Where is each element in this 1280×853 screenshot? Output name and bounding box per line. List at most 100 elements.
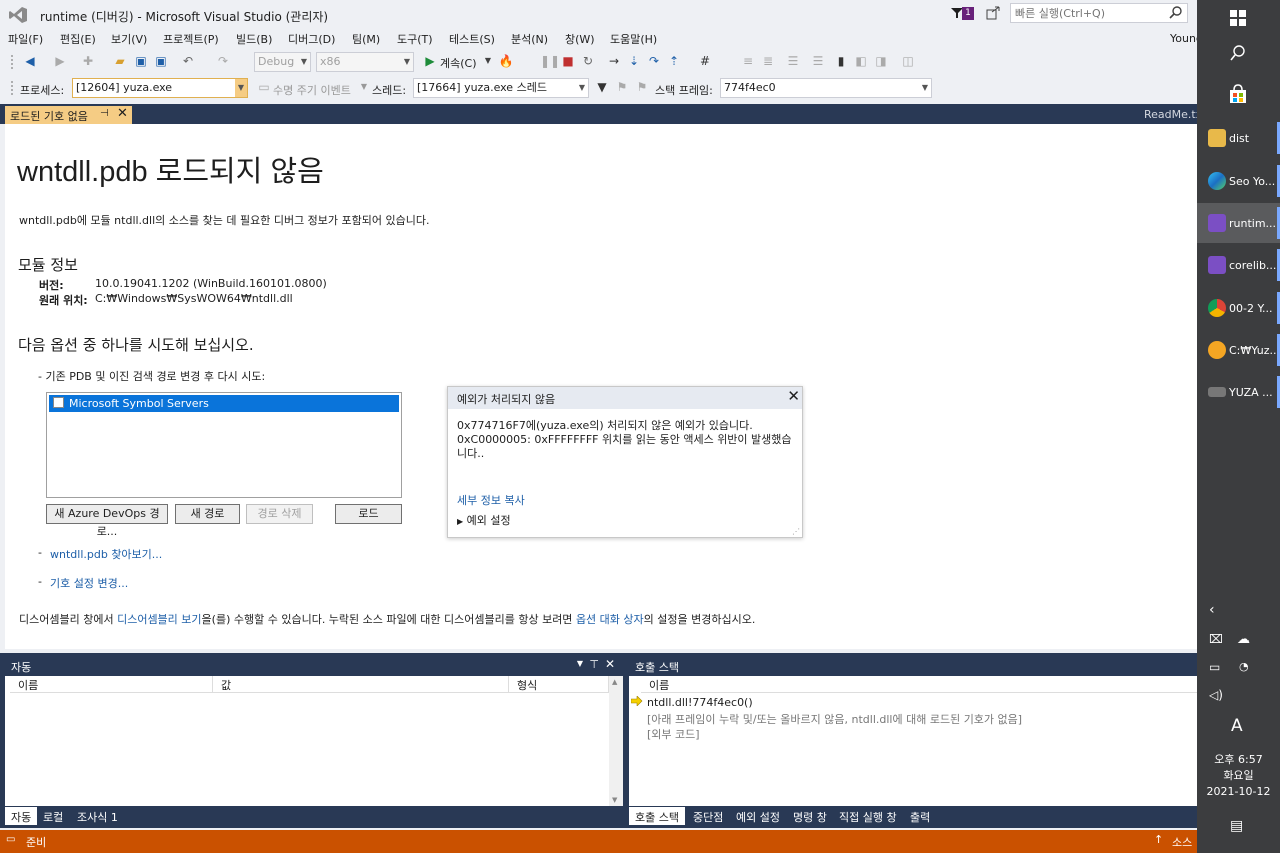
windows-start-icon[interactable]: [1230, 10, 1246, 26]
stack-frame-dropdown[interactable]: 774f4ec0 ▼: [720, 78, 932, 98]
solution-config-dropdown[interactable]: Debug ▼: [254, 52, 311, 72]
menu-help[interactable]: 도움말(H): [610, 31, 657, 47]
hot-reload-icon[interactable]: 🔥: [498, 53, 514, 69]
outdent-icon[interactable]: ☰: [810, 53, 826, 69]
break-all-icon[interactable]: ❚❚: [540, 53, 560, 69]
pin-icon[interactable]: ⊣: [100, 108, 109, 119]
call-stack-row[interactable]: ntdll.dll!774f4ec0(): [647, 696, 753, 709]
tab-exception-settings[interactable]: 예외 설정: [730, 807, 786, 825]
redo-icon[interactable]: ↷: [215, 53, 231, 69]
call-stack-row[interactable]: [외부 코드]: [647, 726, 700, 742]
browse-pdb-link[interactable]: wntdll.pdb 찾아보기...: [50, 546, 162, 562]
wifi-icon[interactable]: ◔: [1239, 660, 1249, 673]
open-file-icon[interactable]: ▰: [112, 53, 128, 69]
copy-details-link[interactable]: 세부 정보 복사: [457, 492, 525, 508]
resize-grip-icon[interactable]: ⋰: [792, 527, 800, 536]
column-header-type[interactable]: 형식: [509, 676, 609, 693]
toolbar-grip[interactable]: [10, 80, 14, 96]
onedrive-cloud-icon[interactable]: ☁: [1237, 632, 1250, 647]
menu-file[interactable]: 파일(F): [8, 31, 43, 47]
save-all-icon[interactable]: ▣: [153, 53, 169, 69]
menu-debug[interactable]: 디버그(D): [288, 31, 335, 47]
comment-icon[interactable]: ≣: [760, 53, 776, 69]
load-button[interactable]: 로드: [335, 504, 402, 524]
menu-edit[interactable]: 편집(E): [60, 31, 96, 47]
quick-launch-box[interactable]: [1010, 3, 1188, 23]
tab-breakpoints[interactable]: 중단점: [687, 807, 729, 825]
toolbar-grip[interactable]: [10, 54, 14, 70]
taskbar-item-dist[interactable]: dist: [1197, 118, 1280, 158]
step-over-icon[interactable]: ↷: [646, 53, 662, 69]
search-icon[interactable]: [1169, 6, 1183, 20]
taskbar-item-runtime[interactable]: runtim...: [1197, 203, 1280, 243]
source-control-label[interactable]: 소스: [1172, 834, 1192, 850]
column-header-name[interactable]: 이름: [10, 676, 213, 693]
new-path-button[interactable]: 새 경로: [175, 504, 240, 524]
filter-icon[interactable]: ▼: [594, 79, 610, 95]
volume-icon[interactable]: ◁): [1209, 688, 1223, 702]
taskbar-item-chrome[interactable]: 00-2 Y...: [1197, 288, 1280, 328]
exception-settings-expander[interactable]: ▶ 예외 설정: [457, 512, 511, 528]
taskbar-item-yuzu-folder[interactable]: C:₩Yuz...: [1197, 330, 1280, 370]
usb-device-icon[interactable]: ⌧: [1209, 632, 1223, 646]
save-icon[interactable]: ▣: [133, 53, 149, 69]
restart-icon[interactable]: ↻: [580, 53, 596, 69]
lifecycle-events-label[interactable]: 수명 주기 이벤트: [273, 82, 351, 98]
tab-autos[interactable]: 자동: [5, 807, 38, 825]
undo-icon[interactable]: ↶: [180, 53, 196, 69]
pin-icon[interactable]: ⊤: [589, 658, 599, 671]
next-bookmark-icon[interactable]: ◨: [873, 53, 889, 69]
new-project-icon[interactable]: ✚: [80, 53, 96, 69]
column-header-name[interactable]: 이름: [641, 676, 1197, 693]
call-stack-row[interactable]: [아래 프레임이 누락 및/또는 올바르지 않음, ntdll.dll에 대해 …: [647, 711, 1022, 727]
close-icon[interactable]: ✕: [787, 387, 800, 405]
ime-indicator[interactable]: A: [1231, 716, 1243, 736]
scroll-up-icon[interactable]: ▲: [612, 678, 617, 686]
scroll-down-icon[interactable]: ▼: [612, 796, 617, 804]
flag-thread-icon[interactable]: ⚑: [614, 79, 630, 95]
battery-icon[interactable]: ▭: [1209, 660, 1220, 674]
chevron-down-icon[interactable]: ▼: [480, 53, 496, 69]
step-into-icon[interactable]: ⇣: [626, 53, 642, 69]
prev-bookmark-icon[interactable]: ◧: [853, 53, 869, 69]
tab-output[interactable]: 출력: [904, 807, 936, 825]
close-icon[interactable]: ✕: [605, 657, 615, 671]
stop-debugging-icon[interactable]: ■: [560, 53, 576, 69]
thread-icon[interactable]: ≡: [740, 53, 756, 69]
tab-locals[interactable]: 로컬: [37, 807, 69, 825]
taskbar-item-yuza[interactable]: YUZA ...: [1197, 372, 1280, 412]
thread-dropdown[interactable]: [17664] yuza.exe 스레드 ▼: [413, 78, 589, 98]
notification-badge[interactable]: 1: [962, 7, 974, 20]
taskbar-item-edge[interactable]: Seo Yo...: [1197, 161, 1280, 201]
search-icon[interactable]: [1230, 45, 1246, 61]
close-icon[interactable]: ✕: [117, 106, 128, 121]
vertical-scrollbar[interactable]: ▲ ▼: [609, 676, 623, 806]
new-azure-path-button[interactable]: 새 Azure DevOps 경로...: [46, 504, 168, 538]
platform-dropdown[interactable]: x86 ▼: [316, 52, 414, 72]
taskbar-item-corelib[interactable]: corelib...: [1197, 245, 1280, 285]
menu-team[interactable]: 팀(M): [352, 31, 380, 47]
continue-button-label[interactable]: 계속(C): [440, 55, 477, 71]
publish-arrow-icon[interactable]: ↑: [1154, 833, 1163, 846]
menu-project[interactable]: 프로젝트(P): [163, 31, 219, 47]
menu-test[interactable]: 테스트(S): [449, 31, 495, 47]
continue-play-icon[interactable]: ▶: [422, 53, 438, 69]
back-icon[interactable]: ◀: [22, 53, 38, 69]
symbol-paths-list[interactable]: Microsoft Symbol Servers: [46, 392, 402, 498]
chevron-left-icon[interactable]: ‹: [1209, 602, 1215, 618]
menu-build[interactable]: 빌드(B): [236, 31, 272, 47]
show-next-statement-icon[interactable]: →: [606, 53, 622, 69]
menu-tools[interactable]: 도구(T): [397, 31, 433, 47]
menu-view[interactable]: 보기(V): [111, 31, 147, 47]
delete-path-button[interactable]: 경로 삭제: [246, 504, 313, 524]
view-disassembly-link[interactable]: 디스어셈블리 보기: [117, 613, 201, 626]
menu-analyze[interactable]: 분석(N): [511, 31, 548, 47]
menu-window[interactable]: 창(W): [565, 31, 595, 47]
lifecycle-events-icon[interactable]: ▭: [256, 79, 272, 95]
bookmark-icon[interactable]: ▮: [833, 53, 849, 69]
show-flagged-icon[interactable]: ⚑: [634, 79, 650, 95]
chevron-down-icon[interactable]: ▼: [356, 79, 372, 95]
chevron-down-icon[interactable]: ▼: [577, 659, 583, 668]
tab-immediate-window[interactable]: 직접 실행 창: [833, 807, 903, 825]
notifications-icon[interactable]: ▤: [1230, 818, 1243, 834]
